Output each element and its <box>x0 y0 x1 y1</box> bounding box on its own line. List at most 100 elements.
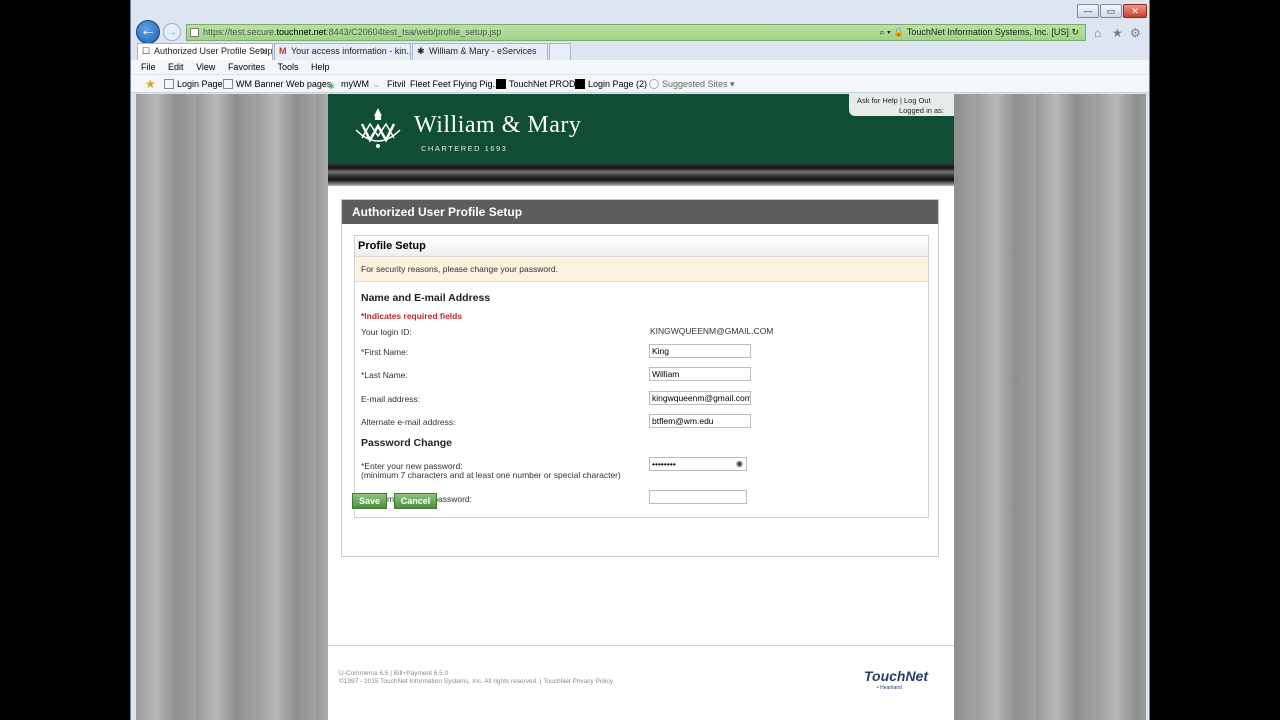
new-password-hint: (minimum 7 characters and at least one n… <box>361 470 621 480</box>
panel-title: Authorized User Profile Setup <box>342 200 938 224</box>
refresh-icon[interactable]: ↻ <box>1071 27 1079 37</box>
title-bar: — ▭ ✕ <box>131 0 1149 18</box>
tab-gmail[interactable]: M Your access information - kin... <box>274 43 411 60</box>
wm-subtitle: CHARTERED 1693 <box>421 144 508 153</box>
last-name-label: *Last Name: <box>361 370 408 380</box>
forward-button[interactable]: → <box>163 23 181 41</box>
fav-suggested-sites[interactable]: Suggested Sites ▾ <box>649 75 735 93</box>
tab-label: William & Mary - eServices <box>429 46 537 56</box>
name-email-heading: Name and E-mail Address <box>361 292 491 304</box>
page-tab-icon: ☐ <box>142 46 151 56</box>
log-out-link[interactable]: Log Out <box>904 96 931 105</box>
banner-stripe <box>328 164 954 186</box>
footer-copyright: ©1997 - 2015 TouchNet Information System… <box>339 678 613 685</box>
maximize-button[interactable]: ▭ <box>1100 4 1122 18</box>
tab-profile-setup[interactable]: ☐ Authorized User Profile Setup ✕ <box>137 43 273 60</box>
fitvil-icon: ~ <box>374 82 379 91</box>
address-bar[interactable]: https://test.secure.touchnet.net:8443/C2… <box>186 24 1086 41</box>
page-icon <box>164 79 174 89</box>
address-row: ← → https://test.secure.touchnet.net:844… <box>131 20 1149 44</box>
tab-eservices[interactable]: ✱ William & Mary - eServices <box>412 43 548 60</box>
reveal-password-eye-icon[interactable]: ◉ <box>736 458 743 470</box>
url-prefix: https://test.secure. <box>203 27 277 37</box>
cancel-button[interactable]: Cancel <box>394 493 437 509</box>
required-note: *Indicates required fields <box>361 311 463 321</box>
forward-arrow-icon: → <box>166 26 178 38</box>
login-id-value: KINGWQUEENM@GMAIL.COM <box>650 326 774 336</box>
wm-tab-icon: ✱ <box>417 46 425 56</box>
fav-wm-banner[interactable]: WM Banner Web pages <box>223 75 331 93</box>
suggested-sites-icon <box>649 79 659 89</box>
tab-label: Your access information - kin... <box>291 46 411 56</box>
new-password-input[interactable]: •••••••• ◉ <box>649 457 747 471</box>
touchnet-logo: TouchNet <box>864 668 929 684</box>
first-name-input[interactable]: King <box>649 344 751 358</box>
alt-email-input[interactable]: btflem@wm.edu <box>649 414 751 428</box>
menu-bar: File Edit View Favorites Tools Help <box>131 60 1149 74</box>
save-button[interactable]: Save <box>352 493 387 509</box>
url-host: touchnet.net <box>276 27 327 37</box>
wm-banner: William & Mary CHARTERED 1693 Ask for He… <box>328 94 954 164</box>
back-arrow-icon: ← <box>140 22 156 39</box>
tab-row: ☐ Authorized User Profile Setup ✕ M Your… <box>131 43 1149 60</box>
menu-favorites[interactable]: Favorites <box>228 62 265 72</box>
fav-login-page-2[interactable]: Login Page (2) <box>575 75 647 93</box>
logged-in-label: Logged in as: <box>898 106 944 115</box>
first-name-label: *First Name: <box>361 347 409 357</box>
tab-label: Authorized User Profile Setup <box>154 46 273 56</box>
profile-setup-box: Profile Setup For security reasons, plea… <box>354 235 929 518</box>
fav-login-page[interactable]: Login Page <box>164 75 223 93</box>
ask-for-help-link[interactable]: Ask for Help <box>857 96 898 105</box>
web-page: William & Mary CHARTERED 1693 Ask for He… <box>328 94 954 720</box>
page-icon <box>190 28 199 37</box>
favorites-star-icon[interactable]: ★ <box>145 75 156 93</box>
alt-email-label: Alternate e-mail address: <box>361 417 456 427</box>
footer-text: U-Commerce 6.5 | Bill+Payment 6.5.0 ©199… <box>339 670 613 686</box>
home-icon[interactable]: ⌂ <box>1094 26 1101 40</box>
wm-title: William & Mary <box>414 112 582 138</box>
url-path: :8443/C20604test_tsa/web/profile_setup.j… <box>326 27 502 37</box>
site-identity[interactable]: TouchNet Information Systems, Inc. [US] <box>907 27 1069 37</box>
new-tab-button[interactable] <box>549 43 571 60</box>
fav-fitvil[interactable]: ~ Fitvil <box>374 75 406 93</box>
footer-version: U-Commerce 6.5 | Bill+Payment 6.5.0 <box>339 670 449 677</box>
menu-edit[interactable]: Edit <box>168 62 184 72</box>
search-icon[interactable]: ⌕ <box>880 27 885 37</box>
page-icon <box>223 79 233 89</box>
back-button[interactable]: ← <box>136 20 160 44</box>
favorites-star-icon[interactable]: ★ <box>1112 26 1123 40</box>
help-box: Ask for Help | Log Out Logged in as: <box>849 94 954 116</box>
page-footer: U-Commerce 6.5 | Bill+Payment 6.5.0 ©199… <box>328 645 954 720</box>
confirm-password-input[interactable] <box>649 490 747 504</box>
section-title: Profile Setup <box>355 236 928 257</box>
gmail-icon: M <box>279 46 287 56</box>
close-tab-icon[interactable]: ✕ <box>260 44 268 59</box>
fav-mywm[interactable]: ✱ myWM <box>328 75 369 93</box>
browser-window: — ▭ ✕ ← → https://test.secure.touchnet.n… <box>130 0 1150 720</box>
password-mask: •••••••• <box>652 459 676 469</box>
menu-help[interactable]: Help <box>311 62 330 72</box>
menu-view[interactable]: View <box>196 62 215 72</box>
menu-tools[interactable]: Tools <box>277 62 298 72</box>
fav-touchnet-prod[interactable]: TouchNet PROD <box>496 75 576 93</box>
email-input[interactable]: kingwqueenm@gmail.com <box>649 391 751 405</box>
profile-panel: Authorized User Profile Setup Profile Se… <box>341 199 939 557</box>
url-right-section: ⌕ ▾ 🔒 TouchNet Information Systems, Inc.… <box>879 27 1080 37</box>
wm-crest-icon <box>355 108 401 148</box>
wm-icon: ✱ <box>328 82 335 91</box>
touchnet-icon <box>575 79 585 89</box>
email-label: E-mail address: <box>361 394 421 404</box>
favorites-bar: ★ Login Page WM Banner Web pages ✱ myWM ~… <box>131 75 1149 93</box>
minimize-button[interactable]: — <box>1077 4 1099 18</box>
menu-file[interactable]: File <box>141 62 156 72</box>
page-viewport: William & Mary CHARTERED 1693 Ask for He… <box>136 94 1146 720</box>
last-name-input[interactable]: William <box>649 367 751 381</box>
gear-icon[interactable]: ⚙ <box>1130 26 1141 40</box>
security-notice: For security reasons, please change your… <box>355 257 928 282</box>
touchnet-icon <box>496 79 506 89</box>
fav-fleet-feet[interactable]: Fleet Feet Flying Pig... <box>410 75 500 93</box>
close-window-button[interactable]: ✕ <box>1123 4 1147 18</box>
login-id-label: Your login ID: <box>361 327 412 337</box>
heartland-label: • Heartland <box>877 685 902 691</box>
password-change-heading: Password Change <box>361 437 453 449</box>
